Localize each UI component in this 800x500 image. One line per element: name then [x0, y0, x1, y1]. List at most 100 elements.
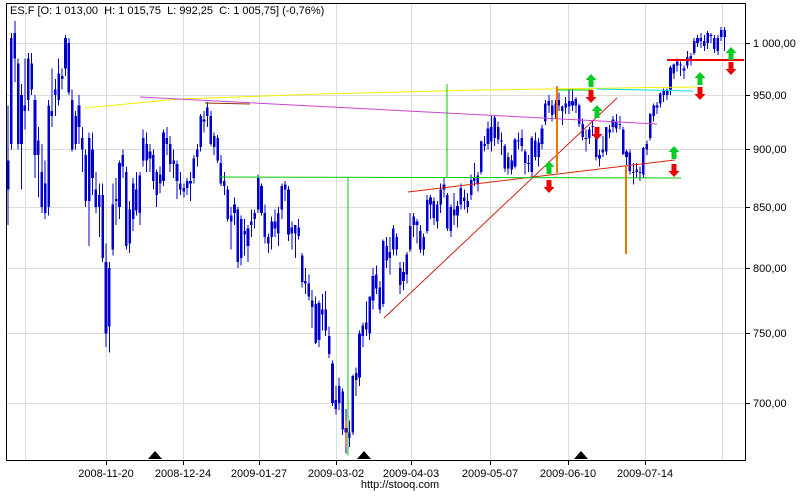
- candle-body: [327, 336, 331, 354]
- candle-body: [189, 181, 192, 184]
- candle-body: [510, 160, 513, 170]
- candle-body: [94, 189, 98, 208]
- candle-body: [111, 204, 115, 250]
- candle-body: [564, 103, 567, 108]
- candle-body: [638, 172, 642, 174]
- candle-body: [74, 116, 77, 144]
- candle-body: [219, 162, 223, 184]
- candle-body: [233, 204, 236, 213]
- candle: [628, 149, 632, 175]
- candle-body: [716, 37, 720, 52]
- candle-body: [574, 99, 578, 106]
- candle-body: [87, 138, 91, 202]
- candle-body: [108, 268, 111, 327]
- candle-body: [692, 40, 696, 54]
- candle: [239, 215, 243, 266]
- candle: [125, 166, 128, 250]
- candle-body: [37, 140, 40, 155]
- candle-body: [686, 57, 689, 66]
- candle-body: [547, 101, 551, 106]
- candle-body: [402, 272, 405, 281]
- candle-body: [334, 400, 338, 409]
- candle: [16, 58, 20, 150]
- candle-body: [469, 180, 473, 196]
- candle-body: [6, 160, 10, 190]
- candle-body: [175, 164, 179, 182]
- candle-body: [628, 152, 632, 171]
- candle-body: [422, 237, 426, 250]
- candle-body: [361, 325, 365, 337]
- candle-body: [672, 64, 676, 74]
- candle-body: [496, 127, 500, 140]
- candle: [642, 147, 645, 178]
- candle-body: [490, 127, 493, 142]
- candle: [317, 300, 321, 347]
- candle-body: [212, 135, 216, 148]
- candle-body: [655, 105, 659, 108]
- candle-body: [601, 149, 605, 153]
- candle-body: [388, 251, 392, 259]
- candle-body: [561, 106, 564, 111]
- candle: [287, 185, 290, 241]
- candle-body: [260, 185, 263, 213]
- candle-body: [675, 61, 679, 66]
- candle-body: [341, 391, 344, 430]
- candle: [341, 388, 344, 436]
- candle: [199, 114, 202, 152]
- candle-body: [16, 63, 20, 144]
- candle-body: [60, 75, 64, 79]
- candle-body: [682, 68, 686, 71]
- candle-body: [371, 275, 375, 301]
- candle-body: [277, 212, 280, 234]
- candle-body: [635, 169, 638, 173]
- candle-body: [300, 255, 304, 283]
- candle-body: [659, 93, 662, 104]
- candle: [425, 195, 429, 234]
- candle-body: [719, 29, 723, 37]
- candle: [648, 112, 652, 141]
- candle-body: [618, 123, 622, 125]
- stock-chart-window: 1 000,00 950,00 900,00 850,00 800,00 750,00 70…: [0, 0, 800, 500]
- candle: [10, 32, 13, 150]
- candle-body: [337, 385, 341, 403]
- candle-body: [304, 280, 307, 284]
- candle: [236, 207, 240, 269]
- candle-body: [493, 117, 497, 139]
- candle-body: [452, 209, 456, 216]
- candle-body: [23, 105, 27, 111]
- candle-body: [239, 218, 243, 259]
- candle-body: [503, 145, 507, 169]
- candle-body: [645, 143, 649, 150]
- candle-body: [689, 56, 693, 60]
- candle-body: [358, 333, 361, 378]
- candle-body: [486, 128, 490, 144]
- candle: [84, 149, 88, 208]
- candle-body: [33, 100, 37, 155]
- candle-body: [226, 189, 229, 219]
- candle-body: [604, 127, 608, 152]
- candle-body: [527, 162, 530, 165]
- candle-body: [381, 240, 385, 305]
- candle-body: [632, 172, 635, 174]
- candle-body: [584, 138, 588, 140]
- candle-body: [442, 184, 446, 190]
- y-axis-label: 750,00: [753, 328, 787, 340]
- candle-body: [243, 231, 246, 235]
- candle-body: [297, 227, 300, 236]
- y-axis-label: 700,00: [753, 398, 787, 410]
- candle-body: [195, 149, 199, 158]
- candle-body: [557, 100, 561, 106]
- candle: [503, 143, 507, 173]
- candle-body: [67, 43, 71, 93]
- candle-body: [236, 209, 240, 262]
- candle-body: [182, 188, 186, 192]
- candle: [67, 37, 71, 95]
- candle-body: [669, 67, 672, 90]
- candle-body: [50, 110, 54, 117]
- candle: [577, 103, 581, 128]
- candle-body: [476, 175, 480, 184]
- candle-body: [70, 100, 74, 150]
- candle-body: [253, 212, 257, 219]
- candle-body: [615, 121, 618, 129]
- candle-body: [317, 302, 321, 341]
